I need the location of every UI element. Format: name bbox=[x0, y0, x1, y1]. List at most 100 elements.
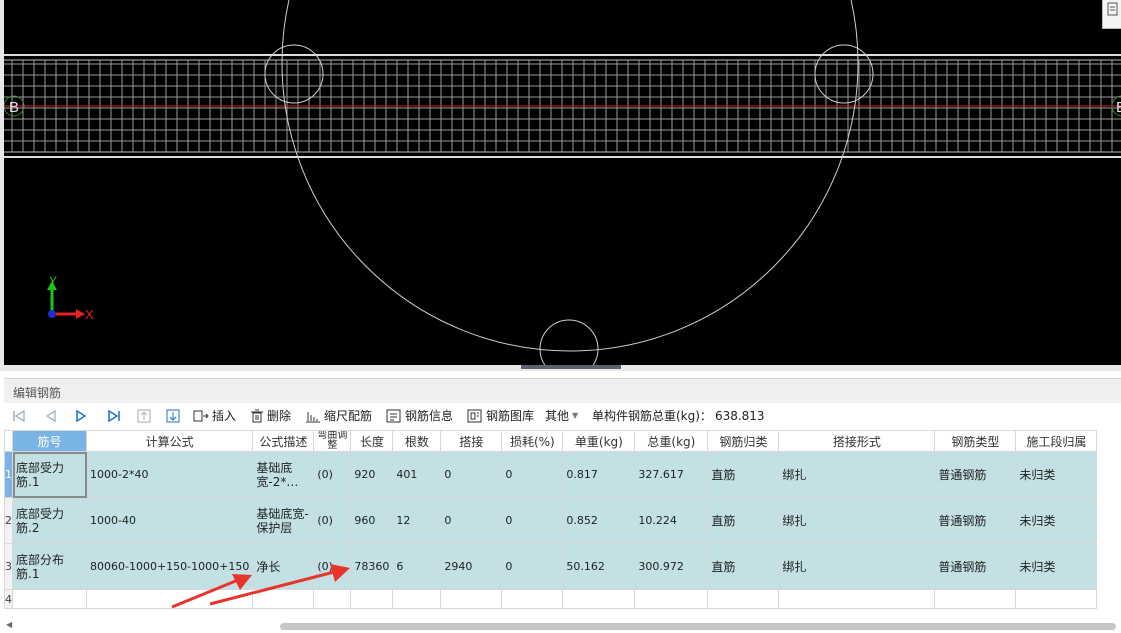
empty-cell[interactable] bbox=[778, 589, 936, 609]
cell-unit-weight[interactable]: 50.162 bbox=[562, 543, 636, 590]
splitter-grip[interactable] bbox=[521, 365, 621, 369]
table-row[interactable]: 2 底部受力筋.2 1000-40 基础底宽-保护层 (0) 960 12 0 … bbox=[4, 497, 1098, 544]
cell-loss[interactable]: 0 bbox=[501, 497, 564, 544]
col-header[interactable]: 根数 bbox=[392, 430, 442, 452]
table-row[interactable]: 1 底部受力筋.1 1000-2*40 基础底宽-2*… (0) 920 401… bbox=[4, 451, 1098, 498]
col-header[interactable]: 长度 bbox=[350, 430, 394, 452]
rebar-info-button[interactable]: 钢筋信息 bbox=[386, 407, 453, 425]
row-number[interactable]: 3 bbox=[4, 543, 13, 590]
cell-rebar-type[interactable]: 普通钢筋 bbox=[934, 451, 1017, 498]
empty-cell[interactable] bbox=[392, 589, 442, 609]
cell-formula[interactable]: 80060-1000+150-1000+150 bbox=[85, 543, 254, 590]
move-down-icon[interactable] bbox=[166, 409, 180, 423]
col-header[interactable]: 搭接 bbox=[440, 430, 503, 452]
empty-cell[interactable] bbox=[313, 589, 352, 609]
empty-cell[interactable] bbox=[562, 589, 636, 609]
col-header[interactable]: 单重(kg) bbox=[562, 430, 636, 452]
document-icon[interactable] bbox=[1102, 0, 1121, 29]
cell-loss[interactable]: 0 bbox=[501, 451, 564, 498]
rebar-info-label: 钢筋信息 bbox=[405, 409, 454, 423]
table-row-empty[interactable]: 4 bbox=[4, 589, 1098, 609]
col-header[interactable]: 总重(kg) bbox=[634, 430, 709, 452]
table-row[interactable]: 3 底部分布筋.1 80060-1000+150-1000+150 净长 (0)… bbox=[4, 543, 1098, 590]
cell-section[interactable]: 未归类 bbox=[1015, 497, 1098, 544]
cell-unit-weight[interactable]: 0.852 bbox=[562, 497, 636, 544]
cell-name[interactable]: 底部受力筋.2 bbox=[12, 497, 87, 544]
empty-cell[interactable] bbox=[85, 589, 254, 609]
cell-rebar-type[interactable]: 普通钢筋 bbox=[934, 497, 1017, 544]
cell-bend[interactable]: (0) bbox=[313, 497, 352, 544]
row-number[interactable]: 4 bbox=[4, 589, 13, 609]
cell-length[interactable]: 78360 bbox=[350, 543, 394, 590]
cell-section[interactable]: 未归类 bbox=[1015, 451, 1098, 498]
cell-lap-type[interactable]: 绑扎 bbox=[778, 497, 936, 544]
horizontal-scrollbar[interactable]: ◀ bbox=[0, 618, 1121, 633]
cell-bend[interactable]: (0) bbox=[313, 451, 352, 498]
panel-splitter[interactable] bbox=[0, 365, 1121, 371]
col-header[interactable]: 钢筋归类 bbox=[707, 430, 780, 452]
empty-cell[interactable] bbox=[707, 589, 780, 609]
cell-desc[interactable]: 基础底宽-保护层 bbox=[252, 497, 315, 544]
first-record-icon[interactable] bbox=[12, 409, 26, 423]
cell-lap-type[interactable]: 绑扎 bbox=[778, 451, 936, 498]
cell-length[interactable]: 960 bbox=[350, 497, 394, 544]
scroll-left-icon[interactable]: ◀ bbox=[6, 620, 12, 629]
move-up-icon[interactable] bbox=[137, 409, 151, 423]
next-record-icon[interactable] bbox=[74, 409, 88, 423]
cell-total-weight[interactable]: 300.972 bbox=[634, 543, 709, 590]
empty-cell[interactable] bbox=[1015, 589, 1098, 609]
empty-cell[interactable] bbox=[350, 589, 394, 609]
cad-drawing[interactable]: B B Y X bbox=[4, 0, 1121, 365]
cell-count[interactable]: 6 bbox=[392, 543, 442, 590]
delete-button[interactable]: 删除 bbox=[250, 407, 291, 425]
cell-loss[interactable]: 0 bbox=[501, 543, 564, 590]
col-header[interactable]: 施工段归属 bbox=[1015, 430, 1098, 452]
scale-rebar-button[interactable]: 缩尺配筋 bbox=[305, 407, 372, 425]
cell-name[interactable]: 底部受力筋.1 bbox=[12, 451, 87, 498]
row-number[interactable]: 2 bbox=[4, 497, 13, 544]
cell-lap-type[interactable]: 绑扎 bbox=[778, 543, 936, 590]
empty-cell[interactable] bbox=[934, 589, 1017, 609]
col-header[interactable]: 钢筋类型 bbox=[934, 430, 1017, 452]
rebar-library-button[interactable]: 钢筋图库 bbox=[467, 407, 534, 425]
rebar-table[interactable]: 筋号 计算公式 公式描述 弯曲调整 长度 根数 搭接 损耗(%) 单重(kg) … bbox=[4, 430, 1098, 609]
insert-button[interactable]: 插入 bbox=[193, 407, 236, 425]
col-header[interactable]: 公式描述 bbox=[252, 430, 315, 452]
cell-name[interactable]: 底部分布筋.1 bbox=[12, 543, 87, 590]
other-dropdown[interactable]: 其他 ▼ bbox=[545, 407, 578, 425]
cell-rebar-type[interactable]: 普通钢筋 bbox=[934, 543, 1017, 590]
cell-unit-weight[interactable]: 0.817 bbox=[562, 451, 636, 498]
cell-formula[interactable]: 1000-40 bbox=[85, 497, 254, 544]
last-record-icon[interactable] bbox=[107, 409, 121, 423]
col-header[interactable]: 搭接形式 bbox=[778, 430, 936, 452]
cell-lap[interactable]: 0 bbox=[440, 497, 503, 544]
empty-cell[interactable] bbox=[252, 589, 315, 609]
cell-count[interactable]: 401 bbox=[392, 451, 442, 498]
cell-count[interactable]: 12 bbox=[392, 497, 442, 544]
cell-category[interactable]: 直筋 bbox=[707, 497, 780, 544]
empty-cell[interactable] bbox=[12, 589, 87, 609]
cell-desc[interactable]: 基础底宽-2*… bbox=[252, 451, 315, 498]
cell-category[interactable]: 直筋 bbox=[707, 543, 780, 590]
cell-category[interactable]: 直筋 bbox=[707, 451, 780, 498]
cell-desc[interactable]: 净长 bbox=[252, 543, 315, 590]
empty-cell[interactable] bbox=[634, 589, 709, 609]
cell-total-weight[interactable]: 10.224 bbox=[634, 497, 709, 544]
cell-length[interactable]: 920 bbox=[350, 451, 394, 498]
cell-lap[interactable]: 2940 bbox=[440, 543, 503, 590]
previous-record-icon[interactable] bbox=[44, 409, 58, 423]
col-header[interactable]: 损耗(%) bbox=[501, 430, 564, 452]
empty-cell[interactable] bbox=[440, 589, 503, 609]
empty-cell[interactable] bbox=[501, 589, 564, 609]
col-header[interactable]: 计算公式 bbox=[85, 430, 254, 452]
cad-viewport[interactable]: B B Y X bbox=[4, 0, 1121, 365]
row-number[interactable]: 1 bbox=[4, 451, 13, 498]
col-header[interactable]: 弯曲调整 bbox=[313, 430, 352, 452]
col-header[interactable]: 筋号 bbox=[12, 430, 87, 452]
cell-section[interactable]: 未归类 bbox=[1015, 543, 1098, 590]
cell-formula[interactable]: 1000-2*40 bbox=[85, 451, 254, 498]
cell-bend[interactable]: (0) bbox=[313, 543, 352, 590]
scrollbar-thumb[interactable] bbox=[280, 623, 1116, 630]
cell-lap[interactable]: 0 bbox=[440, 451, 503, 498]
cell-total-weight[interactable]: 327.617 bbox=[634, 451, 709, 498]
